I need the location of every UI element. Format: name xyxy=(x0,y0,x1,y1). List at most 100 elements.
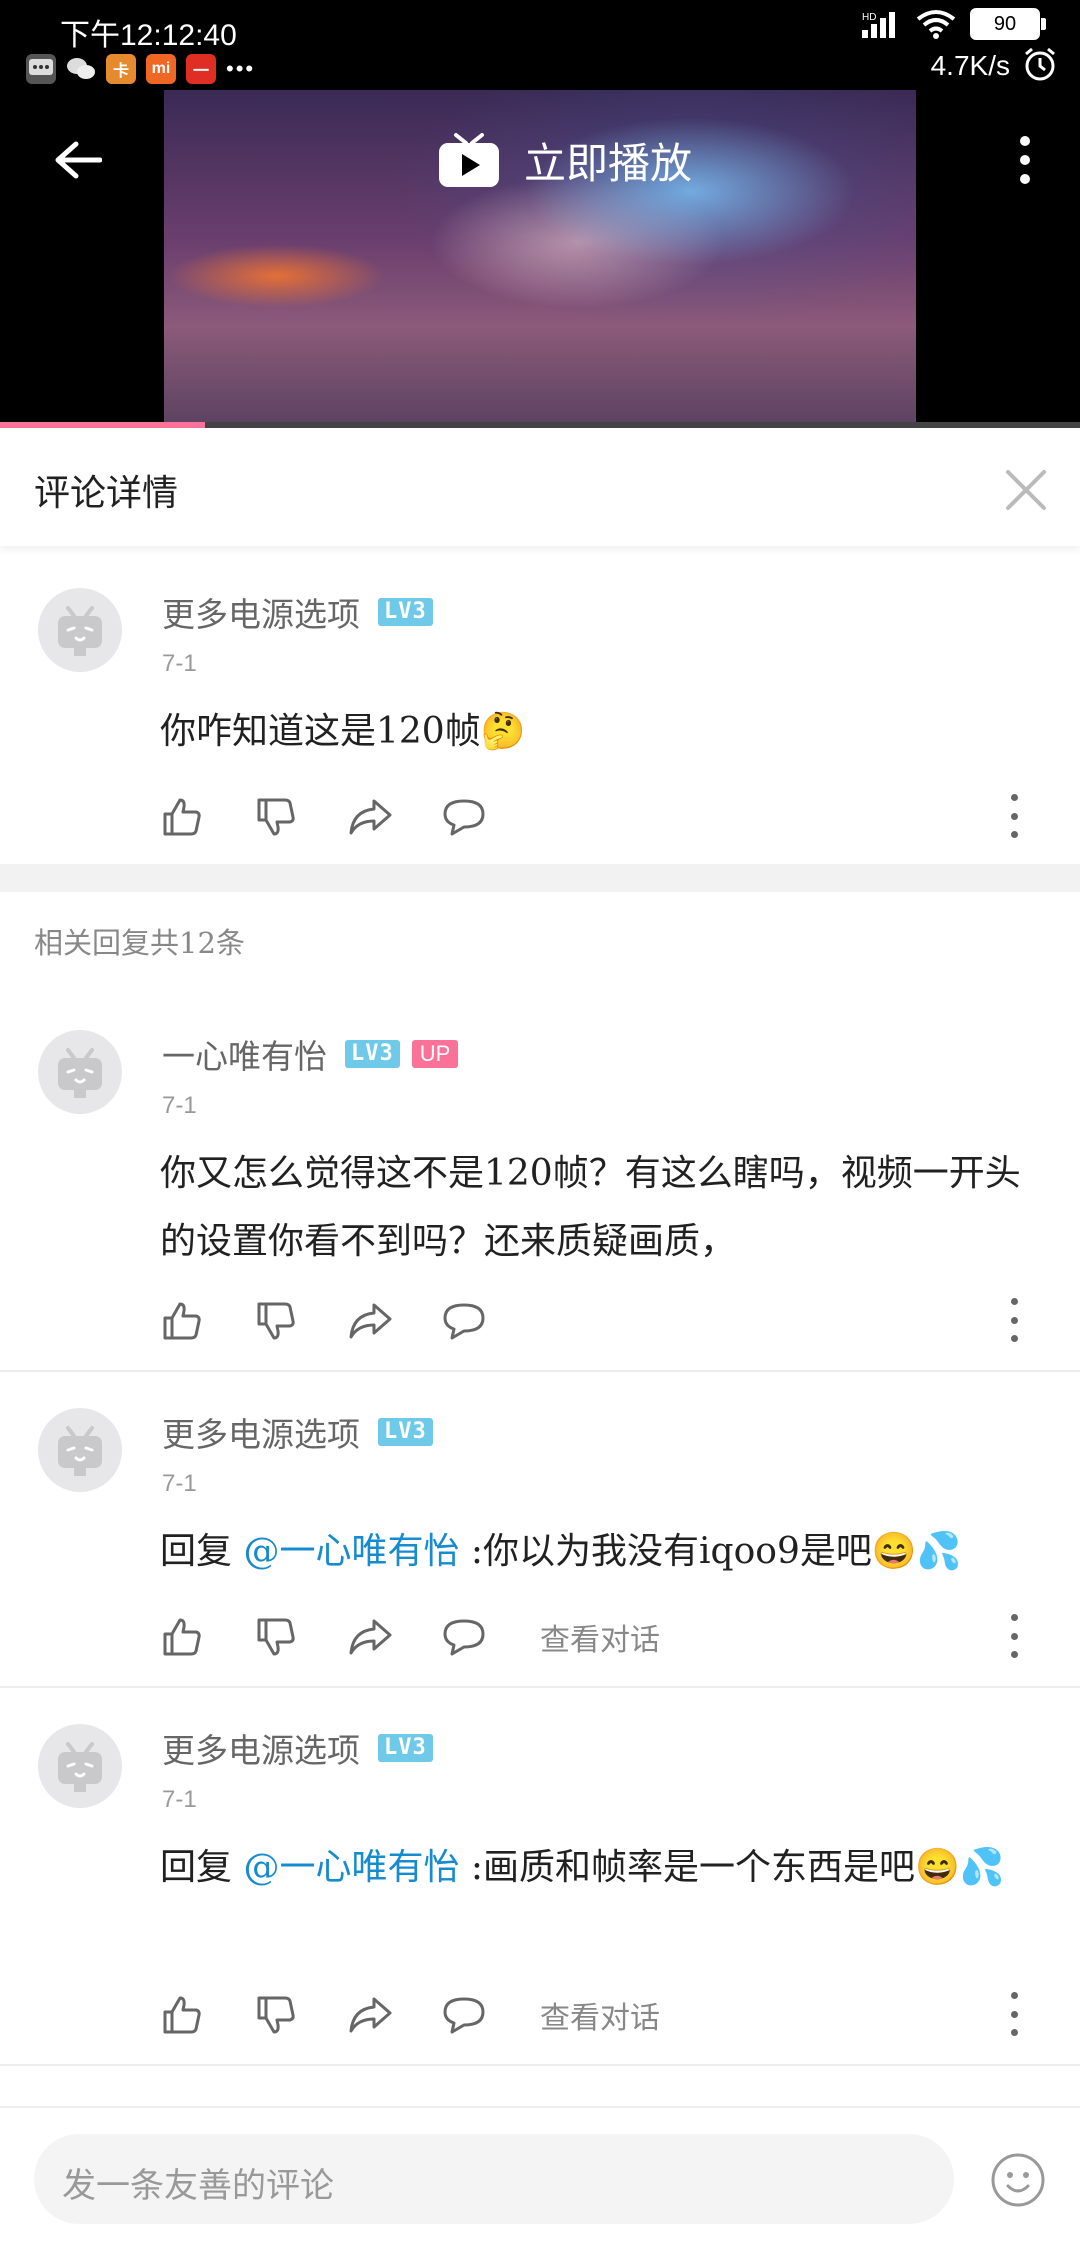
reply-button[interactable] xyxy=(442,1299,486,1343)
more-dot-icon xyxy=(1010,1632,1018,1640)
like-button[interactable] xyxy=(160,795,204,839)
username-text: 更多电源选项 xyxy=(162,1731,360,1770)
username-text: 更多电源选项 xyxy=(162,1415,360,1454)
username[interactable]: 更多电源选项 LV3 xyxy=(162,588,433,636)
dislike-button[interactable] xyxy=(254,1993,298,2037)
section-separator xyxy=(0,864,1080,892)
play-now-button[interactable]: 立即播放 xyxy=(436,130,692,191)
comment-more-button[interactable] xyxy=(1004,1992,1024,2036)
comment-actions: 查看对话 xyxy=(160,1990,1050,2040)
more-dot-icon xyxy=(1010,2029,1018,2036)
comment-date: 7-1 xyxy=(162,1092,197,1119)
share-button[interactable] xyxy=(348,795,392,839)
comment-input-placeholder: 发一条友善的评论 xyxy=(62,2166,334,2206)
more-dot-icon xyxy=(1010,831,1018,838)
thumbs-up-icon xyxy=(163,1618,201,1656)
share-icon xyxy=(349,799,392,835)
share-icon xyxy=(349,1303,392,1339)
thumbs-up-icon xyxy=(163,1996,201,2034)
tv-play-icon xyxy=(439,132,499,187)
status-bar: 下午12:12:40 卡 mi 一 ••• HD 90 4.7K/s xyxy=(0,0,1080,90)
comment-actions xyxy=(160,1296,1050,1346)
avatar[interactable] xyxy=(38,1724,122,1808)
divider xyxy=(0,1686,1080,1688)
default-avatar-icon xyxy=(58,1426,102,1476)
divider xyxy=(0,2064,1080,2066)
dislike-button[interactable] xyxy=(254,1299,298,1343)
back-button[interactable] xyxy=(48,130,108,190)
status-time: 下午12:12:40 xyxy=(60,19,237,52)
mention-link[interactable]: @一心唯有怡 xyxy=(243,1531,459,1572)
share-icon xyxy=(349,1997,392,2033)
avatar[interactable] xyxy=(38,1030,122,1114)
more-dot-icon xyxy=(1010,1651,1018,1658)
reply-body: :你以为我没有iqoo9是吧😄💦 xyxy=(459,1531,962,1572)
avatar[interactable] xyxy=(38,1408,122,1492)
share-button[interactable] xyxy=(348,1993,392,2037)
more-dot-icon xyxy=(1010,1298,1018,1305)
username-text: 一心唯有怡 xyxy=(162,1037,327,1076)
comment-more-button[interactable] xyxy=(1004,794,1024,838)
username[interactable]: 一心唯有怡 LV3 UP xyxy=(162,1030,459,1078)
comment-bubble-icon xyxy=(443,1303,485,1340)
dislike-button[interactable] xyxy=(254,1615,298,1659)
thumbs-up-icon xyxy=(163,1302,201,1340)
video-more-button[interactable] xyxy=(1000,130,1050,190)
default-avatar-icon xyxy=(58,1742,102,1792)
network-speed: 4.7K/s xyxy=(930,50,1010,81)
more-vertical-icon xyxy=(1020,136,1030,184)
like-button[interactable] xyxy=(160,1615,204,1659)
reply-button[interactable] xyxy=(442,1615,486,1659)
video-player[interactable]: 立即播放 xyxy=(0,90,1080,428)
comment-input[interactable]: 发一条友善的评论 xyxy=(34,2134,954,2224)
up-badge: UP xyxy=(411,1040,459,1068)
share-button[interactable] xyxy=(348,1299,392,1343)
more-dot-icon xyxy=(1010,1316,1018,1324)
notification-icons: 卡 mi 一 ••• xyxy=(26,54,255,84)
comment-more-button[interactable] xyxy=(1004,1614,1024,1658)
reply-button[interactable] xyxy=(442,795,486,839)
comment-text: 回复 @一心唯有怡 :画质和帧率是一个东西是吧😄💦 xyxy=(160,1834,1050,1902)
level-badge: LV3 xyxy=(378,1418,433,1446)
like-button[interactable] xyxy=(160,1993,204,2037)
emoji-icon[interactable] xyxy=(990,2152,1046,2208)
comment-detail-header: 评论详情 xyxy=(0,428,1080,546)
thumbs-down-icon xyxy=(257,1618,295,1656)
reply-prefix: 回复 xyxy=(160,1847,244,1888)
username[interactable]: 更多电源选项 LV3 xyxy=(162,1724,433,1772)
wechat-notification-icon xyxy=(66,54,96,84)
wifi-icon xyxy=(916,10,956,39)
level-badge: LV3 xyxy=(378,1734,433,1762)
play-now-label: 立即播放 xyxy=(524,139,693,188)
share-button[interactable] xyxy=(348,1615,392,1659)
svg-text:HD: HD xyxy=(862,12,876,23)
username[interactable]: 更多电源选项 LV3 xyxy=(162,1408,433,1456)
like-button[interactable] xyxy=(160,1299,204,1343)
more-dot-icon xyxy=(1010,1992,1018,1999)
comment-more-button[interactable] xyxy=(1004,1298,1024,1342)
related-replies-count: 相关回复共12条 xyxy=(34,926,245,960)
reply-button[interactable] xyxy=(442,1993,486,2037)
reply-prefix: 回复 xyxy=(160,1531,244,1572)
share-icon xyxy=(349,1619,392,1655)
avatar[interactable] xyxy=(38,588,122,672)
close-icon[interactable] xyxy=(1002,466,1050,514)
comment-actions xyxy=(160,792,1050,842)
thumbs-up-icon xyxy=(163,798,201,836)
view-conversation-link[interactable]: 查看对话 xyxy=(540,1993,660,2037)
level-badge: LV3 xyxy=(378,598,433,626)
mi-notification-icon: mi xyxy=(146,54,176,84)
more-dot-icon xyxy=(1010,1335,1018,1342)
more-dot-icon xyxy=(1010,2010,1018,2018)
comment-date: 7-1 xyxy=(162,1786,197,1813)
comment-input-bar: 发一条友善的评论 xyxy=(0,2106,1080,2250)
mention-link[interactable]: @一心唯有怡 xyxy=(243,1847,459,1888)
view-conversation-link[interactable]: 查看对话 xyxy=(540,1615,660,1659)
dislike-button[interactable] xyxy=(254,795,298,839)
level-badge: LV3 xyxy=(345,1040,400,1068)
more-notifications-icon: ••• xyxy=(226,56,256,81)
reply-body: :画质和帧率是一个东西是吧😄💦 xyxy=(459,1847,1005,1888)
default-avatar-icon xyxy=(58,1048,102,1098)
thumbs-down-icon xyxy=(257,1996,295,2034)
comment-actions: 查看对话 xyxy=(160,1612,1050,1662)
